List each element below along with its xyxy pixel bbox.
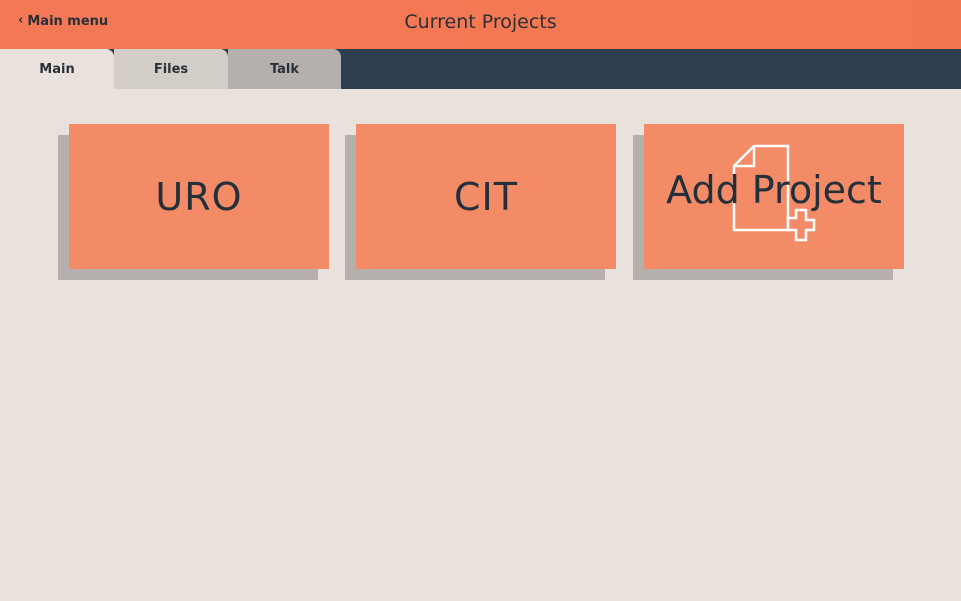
tab-files[interactable]: Files — [114, 49, 228, 89]
page-title: Current Projects — [404, 11, 557, 33]
add-project-button[interactable]: Add Project — [644, 124, 904, 269]
project-card-wrapper: URO — [58, 124, 329, 280]
app-header: ‹ Main menu Current Projects — [0, 0, 961, 49]
project-card-uro[interactable]: URO — [69, 124, 329, 269]
tab-talk[interactable]: Talk — [228, 49, 341, 89]
tab-main[interactable]: Main — [0, 49, 114, 89]
tab-talk-label: Talk — [269, 61, 300, 77]
tab-bar: Main Files Talk — [0, 49, 961, 89]
add-project-card-wrapper: Add Project — [633, 124, 904, 280]
add-project-label: Add Project — [666, 168, 882, 212]
tab-main-label: Main — [39, 61, 75, 77]
project-card-cit[interactable]: CIT — [356, 124, 616, 269]
tab-files-label: Files — [153, 61, 189, 77]
project-card-label: URO — [155, 174, 243, 219]
project-card-wrapper: CIT — [345, 124, 616, 280]
project-card-label: CIT — [454, 174, 518, 219]
